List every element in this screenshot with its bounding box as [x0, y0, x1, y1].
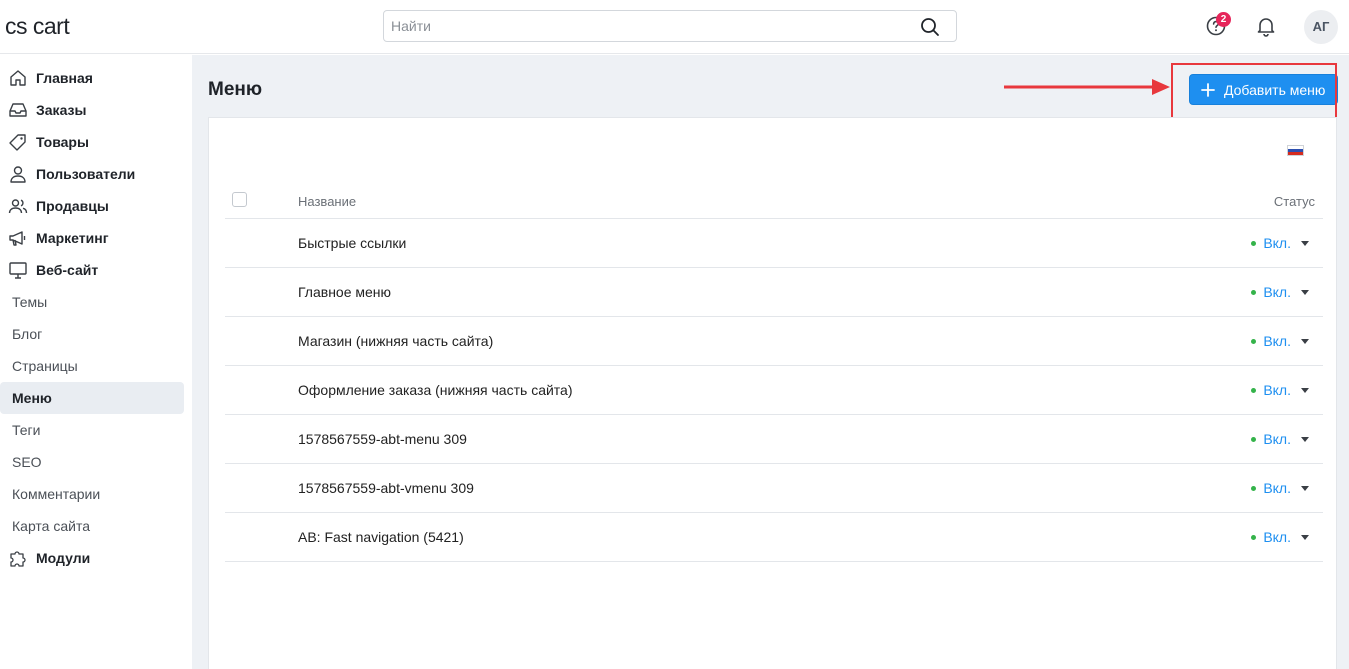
- status-label: Вкл.: [1263, 284, 1291, 300]
- sidebar-subitem-comments[interactable]: Комментарии: [0, 478, 184, 510]
- status-dot: [1251, 436, 1257, 442]
- add-menu-label: Добавить меню: [1224, 81, 1326, 98]
- menu-name-link[interactable]: Магазин (нижняя часть сайта): [298, 333, 493, 349]
- caret-down-icon: [1301, 534, 1309, 540]
- language-flag-ru-icon[interactable]: [1287, 145, 1304, 156]
- page-title: Меню: [208, 79, 263, 100]
- users-icon: [8, 199, 28, 214]
- status-label: Вкл.: [1263, 529, 1291, 545]
- sidebar-item-products[interactable]: Товары: [0, 126, 184, 158]
- status-dot: [1251, 240, 1257, 246]
- sidebar-subitem-pages[interactable]: Страницы: [0, 350, 184, 382]
- status-dot: [1251, 387, 1257, 393]
- sidebar-item-label: Товары: [36, 134, 89, 150]
- sidebar-item-label: Главная: [36, 70, 93, 86]
- sidebar-subitem-seo[interactable]: SEO: [0, 446, 184, 478]
- sidebar-item-modules[interactable]: Модули: [0, 542, 184, 574]
- status-label: Вкл.: [1263, 480, 1291, 496]
- caret-down-icon: [1301, 436, 1309, 442]
- status-label: Вкл.: [1263, 333, 1291, 349]
- table-header: Название Статус: [225, 184, 1323, 219]
- logo-cs-text: cs: [5, 13, 28, 39]
- user-icon: [10, 166, 26, 183]
- plus-icon: [1201, 82, 1215, 97]
- menu-name-link[interactable]: 1578567559-abt-menu 309: [298, 431, 467, 447]
- menu-name-link[interactable]: 1578567559-abt-vmenu 309: [298, 480, 474, 496]
- sidebar-item-orders[interactable]: Заказы: [0, 94, 184, 126]
- column-header-status: Статус: [1273, 194, 1315, 209]
- search-icon[interactable]: [920, 17, 940, 37]
- sidebar-item-label: Модули: [36, 550, 91, 566]
- sidebar-item-marketing[interactable]: Маркетинг: [0, 222, 184, 254]
- select-all-checkbox[interactable]: [232, 192, 247, 207]
- status-label: Вкл.: [1263, 235, 1291, 251]
- sidebar-item-vendors[interactable]: Продавцы: [0, 190, 184, 222]
- caret-down-icon: [1301, 240, 1309, 246]
- menu-name-link[interactable]: Оформление заказа (нижняя часть сайта): [298, 382, 573, 398]
- status-dropdown[interactable]: Вкл.: [1251, 382, 1309, 398]
- caret-down-icon: [1301, 338, 1309, 344]
- table-row: 1578567559-abt-vmenu 309 Вкл.: [225, 464, 1323, 513]
- logo-cart-text: cart: [32, 13, 70, 39]
- status-label: Вкл.: [1263, 431, 1291, 447]
- cs-cart-logo[interactable]: cs cart: [5, 13, 70, 40]
- status-dropdown[interactable]: Вкл.: [1251, 333, 1309, 349]
- sidebar-subitem-themes[interactable]: Темы: [0, 286, 184, 318]
- sidebar-subitem-sitemap[interactable]: Карта сайта: [0, 510, 184, 542]
- home-icon: [10, 70, 26, 86]
- sidebar-subitem-menus[interactable]: Меню: [0, 382, 184, 414]
- sidebar-subitem-tags[interactable]: Теги: [0, 414, 184, 446]
- status-dropdown[interactable]: Вкл.: [1251, 431, 1309, 447]
- status-dropdown[interactable]: Вкл.: [1251, 284, 1309, 300]
- table-row: AB: Fast navigation (5421) Вкл.: [225, 513, 1323, 562]
- bell-icon[interactable]: [1254, 14, 1278, 38]
- sidebar-item-website[interactable]: Веб-сайт: [0, 254, 184, 286]
- caret-down-icon: [1301, 485, 1309, 491]
- menus-panel: Название Статус Быстрые ссылки Вкл. Глав…: [208, 117, 1337, 669]
- table-row: Быстрые ссылки Вкл.: [225, 219, 1323, 268]
- main-content: Меню Добавить меню Название Статус Быстр…: [192, 55, 1349, 669]
- table-row: Оформление заказа (нижняя часть сайта) В…: [225, 366, 1323, 415]
- search-box: [383, 10, 957, 42]
- menu-name-link[interactable]: AB: Fast navigation (5421): [298, 529, 464, 545]
- caret-down-icon: [1301, 387, 1309, 393]
- sidebar-item-label: Маркетинг: [36, 230, 109, 246]
- help-badge: 2: [1216, 12, 1231, 27]
- inbox-icon: [9, 103, 27, 117]
- user-avatar[interactable]: АГ: [1304, 10, 1338, 44]
- search-input[interactable]: [384, 11, 904, 41]
- status-label: Вкл.: [1263, 382, 1291, 398]
- sidebar-item-label: Пользователи: [36, 166, 136, 182]
- column-header-name[interactable]: Название: [298, 194, 356, 209]
- sidebar-item-label: Веб-сайт: [36, 262, 99, 278]
- sidebar-subitem-blog[interactable]: Блог: [0, 318, 184, 350]
- sidebar-item-home[interactable]: Главная: [0, 62, 184, 94]
- caret-down-icon: [1301, 289, 1309, 295]
- puzzle-icon: [10, 551, 26, 567]
- menu-name-link[interactable]: Быстрые ссылки: [298, 235, 406, 251]
- table-row: Магазин (нижняя часть сайта) Вкл.: [225, 317, 1323, 366]
- status-dot: [1251, 534, 1257, 540]
- menu-name-link[interactable]: Главное меню: [298, 284, 391, 300]
- add-menu-button[interactable]: Добавить меню: [1189, 74, 1338, 105]
- sidebar-item-users[interactable]: Пользователи: [0, 158, 184, 190]
- status-dropdown[interactable]: Вкл.: [1251, 235, 1309, 251]
- status-dot: [1251, 485, 1257, 491]
- tag-icon: [9, 134, 26, 151]
- sidebar: Главная Заказы Товары Пользователи Прода…: [0, 55, 192, 669]
- status-dropdown[interactable]: Вкл.: [1251, 529, 1309, 545]
- status-dropdown[interactable]: Вкл.: [1251, 480, 1309, 496]
- sidebar-item-label: Продавцы: [36, 198, 109, 214]
- table-row: Главное меню Вкл.: [225, 268, 1323, 317]
- status-dot: [1251, 338, 1257, 344]
- status-dot: [1251, 289, 1257, 295]
- monitor-icon: [9, 262, 27, 279]
- top-bar: cs cart 2 АГ: [0, 0, 1349, 54]
- table-row: 1578567559-abt-menu 309 Вкл.: [225, 415, 1323, 464]
- annotation-arrow: [1004, 79, 1170, 95]
- megaphone-icon: [9, 231, 26, 246]
- sidebar-item-label: Заказы: [36, 102, 87, 118]
